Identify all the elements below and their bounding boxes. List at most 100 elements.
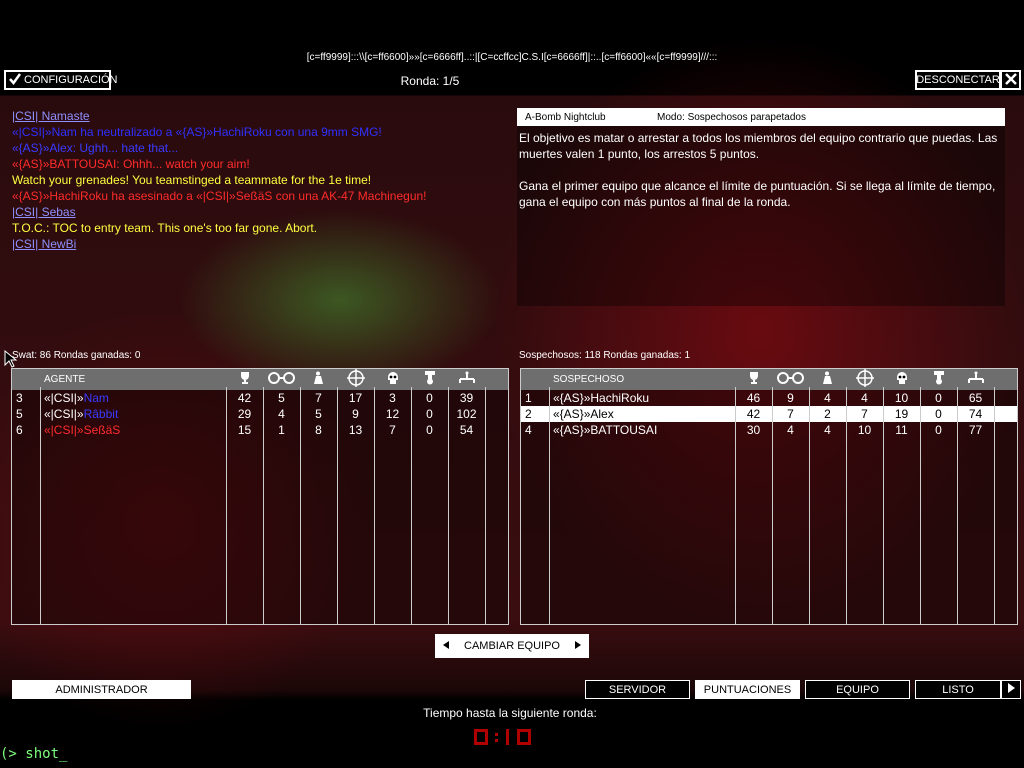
clan-tag: «|CSI|»	[44, 391, 84, 405]
skull-column-header[interactable]	[883, 369, 920, 390]
table-row[interactable]: 5 «|CSI|»Râbbit 29 4 5 9 12 0 102	[12, 406, 508, 422]
crosshair-icon	[855, 369, 874, 390]
stat-cell: 42	[237, 391, 252, 405]
stat-cell: 77	[968, 423, 983, 437]
handcuffs-column-header[interactable]	[772, 369, 809, 390]
arrest-figure-icon	[821, 371, 835, 388]
player-header[interactable]: SOSPECHOSO	[549, 369, 735, 390]
handcuffs-icon	[776, 372, 806, 388]
server-name: [c=ff9999]:::\\[c=ff6600]»»[c=6666ff]..:…	[306, 52, 718, 63]
arrest-figure-column-header[interactable]	[809, 369, 846, 390]
column-divider	[549, 387, 550, 624]
server-label: SERVIDOR	[608, 683, 667, 696]
player-name: Nam	[83, 391, 109, 405]
admin-label: ADMINISTRADOR	[55, 683, 148, 696]
game-mode: Modo: Sospechosos parapetados	[657, 111, 806, 123]
rank-cell: 4	[525, 423, 532, 437]
chat-line: |CSI| Sebas	[12, 205, 76, 219]
player-header[interactable]: AGENTE	[40, 369, 226, 390]
column-divider	[337, 387, 338, 624]
chat-line: «{AS}»HachiRoku ha asesinado a «|CSI|»Se…	[12, 189, 427, 203]
column-divider	[374, 387, 375, 624]
crosshair-icon	[346, 369, 365, 390]
stat-cell: 39	[459, 391, 474, 405]
crosshair-column-header[interactable]	[846, 369, 883, 390]
chat-line: |CSI| Namaste	[12, 109, 90, 123]
map-name: A-Bomb Nightclub	[525, 111, 606, 123]
column-divider	[448, 387, 449, 624]
disconnect-button[interactable]: DESCONECTAR	[915, 70, 1001, 90]
stat-cell: 0	[935, 407, 942, 421]
play-arrow-icon	[1007, 683, 1016, 696]
stat-cell: 5	[278, 391, 285, 405]
column-divider	[300, 387, 301, 624]
stat-cell: 15	[237, 423, 252, 437]
chat-line: T.O.C.: TOC to entry team. This one's to…	[12, 221, 318, 235]
skull-column-header[interactable]	[374, 369, 411, 390]
stat-cell: 4	[824, 391, 831, 405]
map-info-header: A-Bomb Nightclub Modo: Sospechosos parap…	[517, 108, 1005, 126]
scores-button[interactable]: PUNTUACIONES	[695, 680, 800, 699]
crosshair-column-header[interactable]	[337, 369, 374, 390]
team-button[interactable]: EQUIPO	[805, 680, 910, 699]
player-name-cell: «|CSI|»Râbbit	[40, 406, 226, 422]
swat-scoreboard: AGENTE 3 «|CSI|»Nam 42 5 7 17 3 0 39 5 «|CSI|»Râbbi…	[11, 368, 509, 625]
chat-line: |CSI| NewBi	[12, 237, 77, 251]
rank-cell: 5	[16, 407, 23, 421]
close-button[interactable]	[1000, 70, 1021, 90]
column-divider	[957, 387, 958, 624]
stat-cell: 8	[315, 423, 322, 437]
player-name-cell: «{AS}»BATTOUSAI	[553, 423, 658, 437]
stat-cell: 11	[895, 423, 908, 437]
trophy-column-header[interactable]	[226, 369, 263, 390]
connection-column-header[interactable]	[448, 369, 485, 390]
table-row[interactable]: 6 «|CSI|»SeßäS 15 1 8 13 7 0 54	[12, 422, 508, 438]
rank-header	[12, 369, 40, 390]
stat-cell: 46	[746, 391, 761, 405]
trophy-icon	[747, 372, 761, 388]
connection-column-header[interactable]	[957, 369, 994, 390]
stat-cell: 7	[861, 407, 868, 421]
table-row[interactable]: 1 «{AS}»HachiRoku 46 9 4 4 10 0 65	[521, 390, 1017, 406]
suspects-team-label: Sospechosos: 118 Rondas ganadas: 1	[519, 350, 691, 361]
rank-cell: 3	[16, 391, 23, 405]
stat-cell: 12	[385, 407, 400, 421]
ready-arrow-button[interactable]	[1001, 680, 1021, 699]
stat-cell: 4	[278, 407, 285, 421]
arrest-figure-column-header[interactable]	[300, 369, 337, 390]
change-team-label: CAMBIAR EQUIPO	[464, 640, 560, 652]
stat-cell: 54	[459, 423, 474, 437]
column-divider	[846, 387, 847, 624]
player-name: Râbbit	[83, 407, 119, 421]
table-row[interactable]: 4 «{AS}»BATTOUSAI 30 4 4 10 11 0 77	[521, 422, 1017, 438]
handcuffs-column-header[interactable]	[263, 369, 300, 390]
table-row[interactable]: 2 «{AS}»Alex 42 7 2 7 19 0 74	[521, 406, 1017, 422]
stat-cell: 19	[894, 407, 909, 421]
stat-cell: 0	[935, 423, 942, 437]
stat-cell: 65	[968, 391, 983, 405]
close-icon	[1004, 72, 1017, 88]
swat-team-label: Swat: 86 Rondas ganadas: 0	[12, 350, 141, 361]
column-divider	[411, 387, 412, 624]
team-label: EQUIPO	[836, 683, 879, 696]
admin-button[interactable]: ADMINISTRADOR	[12, 680, 191, 699]
skull-icon	[895, 372, 909, 388]
medal-column-header[interactable]	[920, 369, 957, 390]
chat-line: Watch your grenades! You teamstinged a t…	[12, 173, 372, 187]
console-prompt[interactable]: (> shot_	[0, 746, 67, 762]
column-divider	[772, 387, 773, 624]
rank-cell: 1	[525, 391, 532, 405]
arrow-left-icon	[441, 640, 451, 653]
change-team-button[interactable]: CAMBIAR EQUIPO	[435, 634, 589, 658]
stat-cell: 2	[824, 407, 831, 421]
ready-button[interactable]: LISTO	[915, 680, 1001, 699]
stat-cell: 17	[348, 391, 363, 405]
column-divider	[40, 387, 41, 624]
table-row[interactable]: 3 «|CSI|»Nam 42 5 7 17 3 0 39	[12, 390, 508, 406]
scores-label: PUNTUACIONES	[703, 683, 792, 696]
medal-column-header[interactable]	[411, 369, 448, 390]
trophy-column-header[interactable]	[735, 369, 772, 390]
stat-cell: 0	[935, 391, 942, 405]
server-button[interactable]: SERVIDOR	[585, 680, 690, 699]
player-name-cell: «{AS}»Alex	[553, 407, 614, 421]
